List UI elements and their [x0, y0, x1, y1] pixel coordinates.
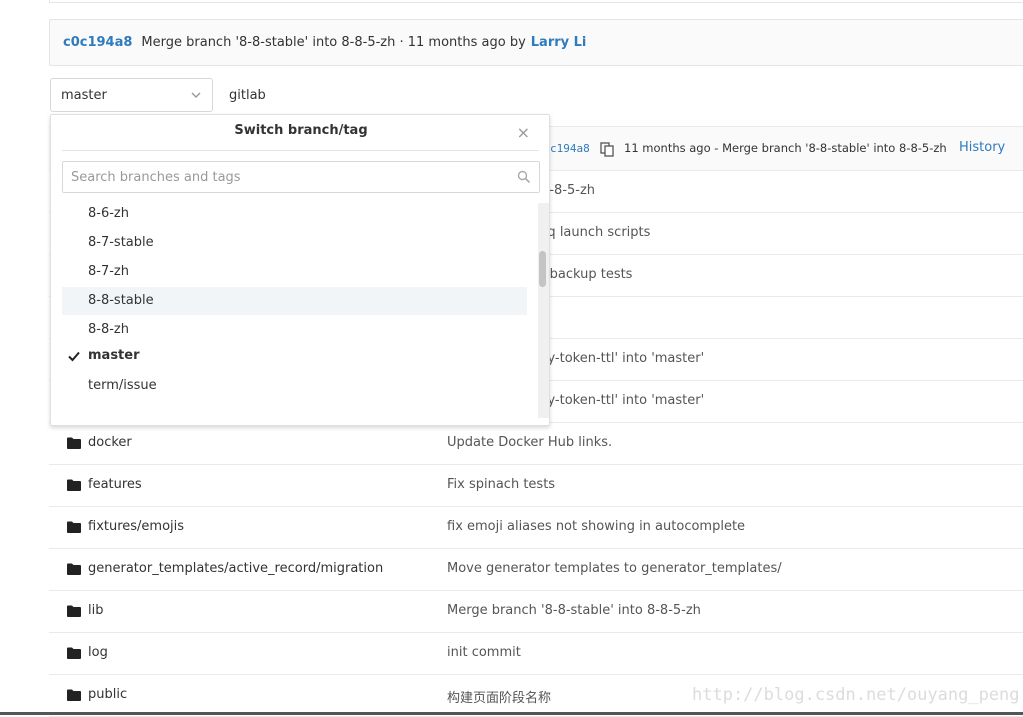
commit-message: Merge branch '8-8-stable' into 8-8-5-zh …	[141, 35, 526, 50]
folder-icon	[67, 521, 81, 533]
branch-item[interactable]: master	[62, 342, 527, 368]
watermark: http://blog.csdn.net/ouyang_peng	[692, 685, 1020, 705]
branch-item-label: 8-7-stable	[88, 235, 154, 250]
branch-item-label: master	[88, 348, 140, 363]
folder-icon	[67, 605, 81, 617]
file-commit-message[interactable]: fix emoji aliases not showing in autocom…	[447, 519, 745, 534]
folder-icon	[67, 689, 81, 701]
tree-commit-info: 11 months ago - Merge branch '8-8-stable…	[624, 141, 947, 155]
branch-search-input[interactable]	[62, 161, 540, 193]
file-commit-message[interactable]: init commit	[447, 645, 521, 660]
branch-item[interactable]: 8-8-zh	[62, 316, 527, 344]
chevron-down-icon	[191, 92, 201, 98]
folder-icon	[67, 563, 81, 575]
dropdown-title: Switch branch/tag	[234, 123, 368, 138]
file-name-link[interactable]: public	[88, 687, 127, 702]
table-row[interactable]: log init commit	[49, 633, 1023, 675]
check-icon	[68, 351, 80, 362]
file-commit-message[interactable]: 构建页面阶段名称	[447, 687, 551, 706]
history-link[interactable]: History	[959, 140, 1005, 155]
folder-icon	[67, 479, 81, 491]
branch-item-label: 8-8-stable	[88, 293, 154, 308]
repo-path: gitlab	[229, 88, 266, 103]
branch-item-label: term/issue	[88, 378, 157, 393]
commit-author-link[interactable]: Larry Li	[531, 35, 587, 50]
switch-branch-dropdown: Switch branch/tag × 8-6-stable8-6-zh8-7-…	[50, 114, 550, 426]
dropdown-divider	[62, 150, 539, 151]
table-row[interactable]: docker Update Docker Hub links.	[49, 423, 1023, 465]
tree-commit-sha-link[interactable]: c194a8	[550, 142, 590, 155]
file-commit-message[interactable]: Fix spinach tests	[447, 477, 555, 492]
branch-list: 8-6-stable8-6-zh8-7-stable8-7-zh8-8-stab…	[62, 200, 537, 422]
search-icon	[517, 170, 531, 184]
branch-item-label: 8-7-zh	[88, 264, 129, 279]
branch-item-label: 8-6-zh	[88, 206, 129, 221]
branch-item[interactable]: 8-6-zh	[62, 200, 527, 228]
close-icon[interactable]: ×	[517, 123, 530, 142]
dropdown-scrollbar[interactable]	[538, 203, 549, 418]
file-name-link[interactable]: docker	[88, 435, 132, 450]
previous-panel-edge	[49, 0, 1023, 3]
branch-select-value: master	[61, 87, 107, 103]
commit-sha-link[interactable]: c0c194a8	[63, 35, 132, 50]
table-row[interactable]: lib Merge branch '8-8-stable' into 8-8-5-…	[49, 591, 1023, 633]
file-name-link[interactable]: generator_templates/active_record/migrat…	[88, 561, 383, 576]
file-name-link[interactable]: log	[88, 645, 108, 660]
last-commit-banner: c0c194a8 Merge branch '8-8-stable' into …	[49, 19, 1023, 66]
file-name-link[interactable]: fixtures/emojis	[88, 519, 184, 534]
branch-item-label: 8-8-zh	[88, 322, 129, 337]
table-row[interactable]: fixtures/emojis fix emoji aliases not sho…	[49, 507, 1023, 549]
file-commit-message[interactable]: Update Docker Hub links.	[447, 435, 612, 450]
file-commit-message[interactable]: Merge branch '8-8-stable' into 8-8-5-zh	[447, 603, 701, 618]
copy-icon[interactable]	[599, 141, 615, 157]
table-row[interactable]: generator_templates/active_record/migrat…	[49, 549, 1023, 591]
dropdown-scrollbar-thumb[interactable]	[539, 251, 546, 287]
file-commit-message[interactable]: Move generator templates to generator_te…	[447, 561, 782, 576]
folder-icon	[67, 437, 81, 449]
branch-item[interactable]: 8-8-stable	[62, 287, 527, 315]
branch-select[interactable]: master	[50, 78, 213, 112]
file-name-link[interactable]: features	[88, 477, 142, 492]
file-name-link[interactable]: lib	[88, 603, 103, 618]
branch-item[interactable]: 8-7-zh	[62, 258, 527, 286]
branch-item[interactable]: term/issue	[62, 372, 527, 400]
table-row[interactable]: features Fix spinach tests	[49, 465, 1023, 507]
folder-icon	[67, 647, 81, 659]
branch-item[interactable]: 8-7-stable	[62, 229, 527, 257]
